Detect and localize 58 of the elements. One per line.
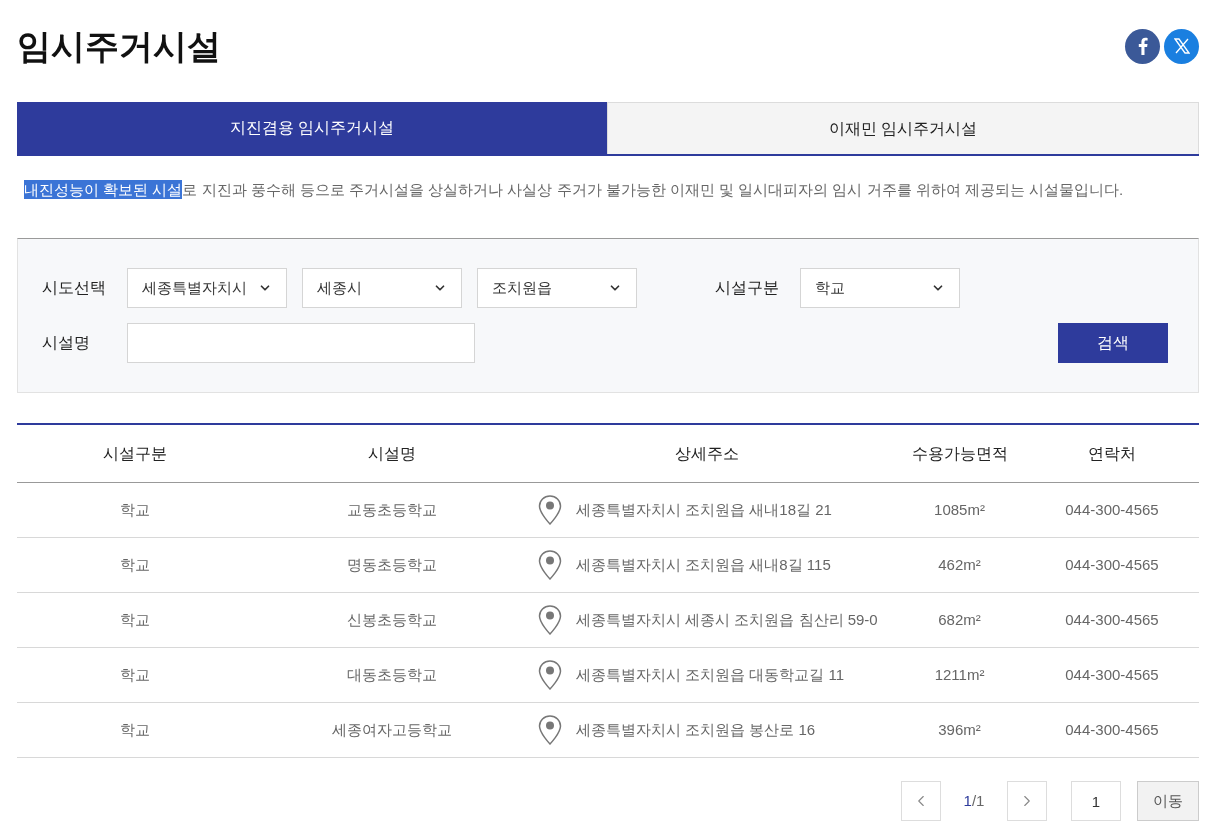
table-cell-text: 학교 xyxy=(119,499,150,520)
table-cell-text: 세종특별자치시 조치원읍 대동학교길 11 xyxy=(576,664,845,685)
table-cell-text: 682m² xyxy=(938,609,981,630)
table-cell-text: 교동초등학교 xyxy=(347,499,437,520)
map-pin-icon xyxy=(538,660,562,690)
column-header: 상세주소 xyxy=(675,443,739,464)
table-cell-text: 세종특별자치시 조치원읍 봉산로 16 xyxy=(576,719,816,740)
table-cell-text: 044-300-4565 xyxy=(1065,554,1159,575)
page-title: 임시주거시설 xyxy=(17,25,221,67)
total-pages: /1 xyxy=(971,790,985,811)
search-button[interactable]: 검색 xyxy=(1058,323,1168,363)
x-logo-icon xyxy=(1173,38,1190,54)
table-cell-text: 1085m² xyxy=(934,499,985,520)
table-cell-text: 044-300-4565 xyxy=(1065,609,1159,630)
table-cell-text: 396m² xyxy=(938,719,981,740)
name-input-field[interactable] xyxy=(127,323,475,363)
go-button[interactable]: 이동 xyxy=(1137,781,1199,821)
map-pin-icon xyxy=(538,550,562,580)
description-text: 내진성능이 확보된 시설로 지진과 풍수해 등으로 주거시설을 상실하거나 사실상 주거가 불가능한 이재민 및 일시대피자의 임시 거주를 위하여 제공되는 시설물입니다. xyxy=(23,179,1125,201)
map-pin-icon xyxy=(538,495,562,525)
dropdown-select[interactable]: 학교 xyxy=(800,268,960,308)
page-input-field[interactable]: 1 xyxy=(1071,781,1121,821)
table-cell-text: 세종특별자치시 세종시 조치원읍 침산리 59-0 xyxy=(576,609,878,630)
tab[interactable]: 이재민 임시주거시설 xyxy=(607,102,1199,154)
dropdown-select[interactable]: 세종시 xyxy=(302,268,462,308)
table-cell-text: 학교 xyxy=(119,554,150,575)
column-header: 연락처 xyxy=(1088,443,1136,464)
map-pin-icon xyxy=(538,605,562,635)
next-page-button[interactable] xyxy=(1007,781,1047,821)
tab[interactable]: 지진겸용 임시주거시설 xyxy=(17,102,607,154)
name-label: 시설명 xyxy=(42,333,91,353)
table-cell-text: 신봉초등학교 xyxy=(347,609,437,630)
table-cell-text: 세종특별자치시 조치원읍 새내18길 21 xyxy=(576,499,832,520)
column-header: 시설명 xyxy=(368,443,416,464)
column-header: 시설구분 xyxy=(102,443,167,464)
map-pin-icon xyxy=(538,715,562,745)
x-share-button[interactable] xyxy=(1164,28,1199,64)
table-cell-text: 명동초등학교 xyxy=(347,554,437,575)
current-page: 1 xyxy=(963,790,972,811)
table-cell-text: 세종여자고등학교 xyxy=(332,719,452,740)
table-cell-text: 044-300-4565 xyxy=(1065,499,1159,520)
table-cell-text: 462m² xyxy=(938,554,981,575)
table-cell-text: 대동초등학교 xyxy=(347,664,437,685)
table-cell-text: 학교 xyxy=(119,664,150,685)
table-cell-text: 044-300-4565 xyxy=(1065,719,1159,740)
table-cell-text: 1211m² xyxy=(934,664,985,685)
type-label: 시설구분 xyxy=(715,278,780,298)
table-cell-text: 학교 xyxy=(119,609,150,630)
column-header: 수용가능면적 xyxy=(911,443,1008,464)
dropdown-select[interactable]: 조치원읍 xyxy=(477,268,637,308)
region-label: 시도선택 xyxy=(42,278,107,298)
table-cell-text: 세종특별자치시 조치원읍 새내8길 115 xyxy=(576,554,831,575)
facebook-share-button[interactable] xyxy=(1125,28,1160,64)
facebook-logo-icon xyxy=(1137,37,1148,55)
dropdown-select[interactable]: 세종특별자치시 xyxy=(127,268,287,308)
table-cell-text: 044-300-4565 xyxy=(1065,664,1159,685)
previous-page-button[interactable] xyxy=(901,781,941,821)
table-cell-text: 학교 xyxy=(119,719,150,740)
